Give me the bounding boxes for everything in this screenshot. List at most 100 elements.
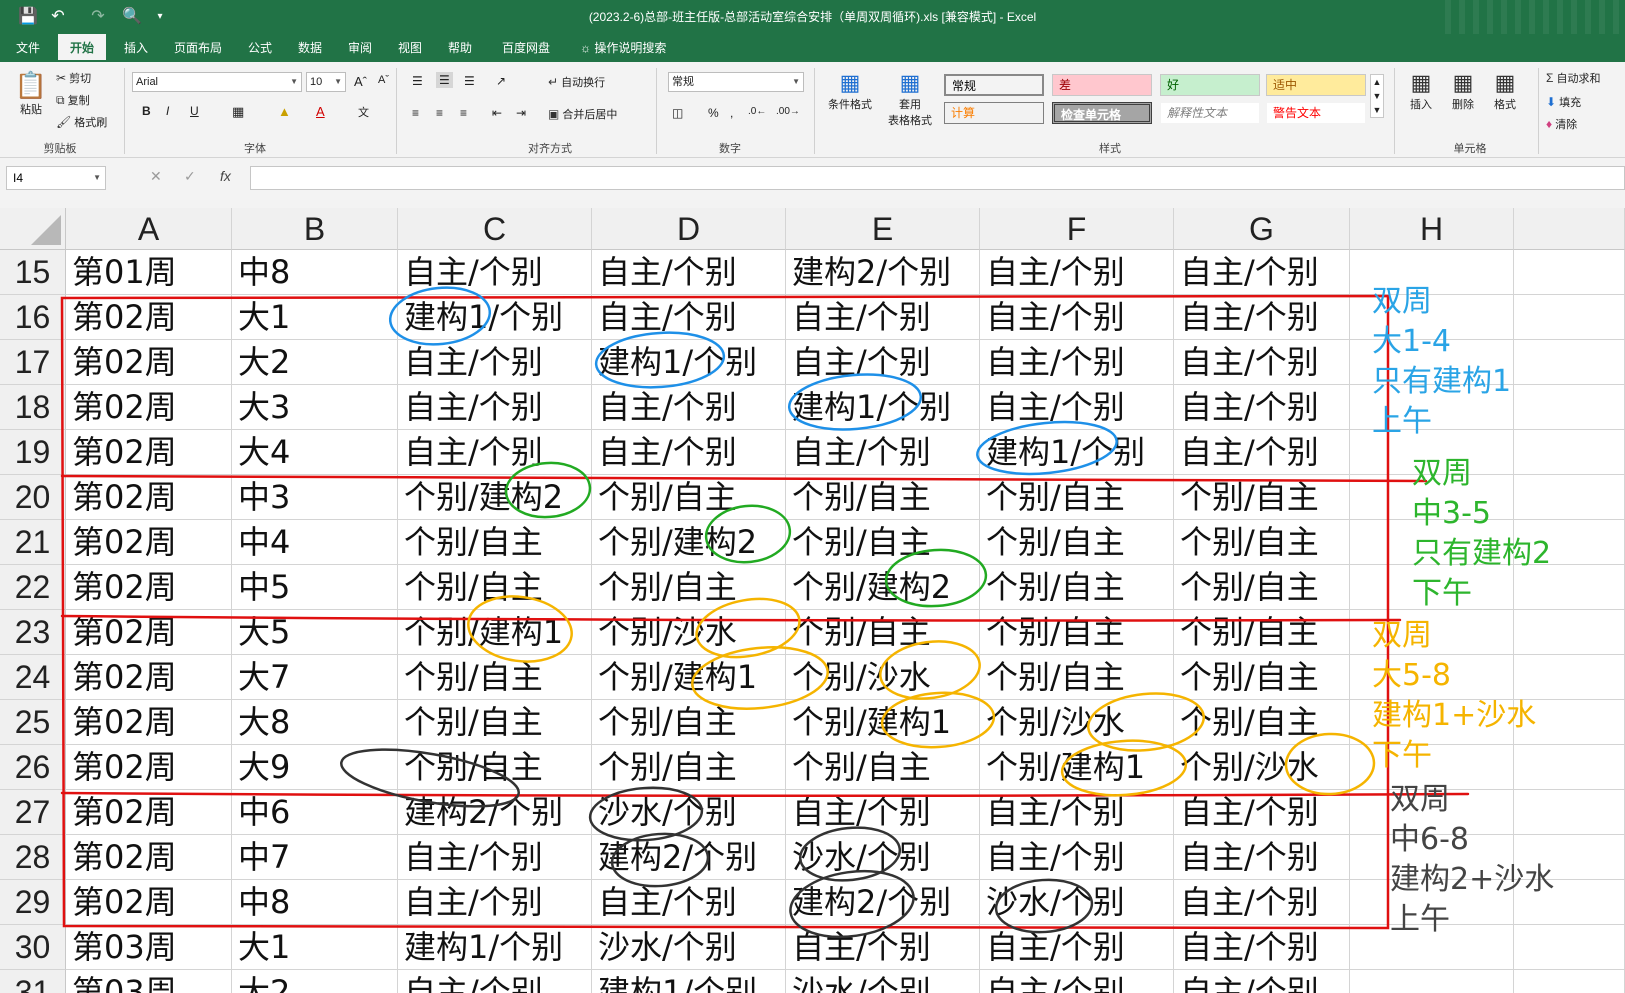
cell-e18[interactable]: 建构1/个别 (786, 385, 980, 430)
cell-filler[interactable] (1514, 340, 1625, 385)
cell-a26[interactable]: 第02周 (66, 745, 232, 790)
cell-c30[interactable]: 建构1/个别 (398, 925, 592, 970)
cell-e23[interactable]: 个别/自主 (786, 610, 980, 655)
cell-b29[interactable]: 中8 (232, 880, 398, 925)
cell-e24[interactable]: 个别/沙水 (786, 655, 980, 700)
cell-f21[interactable]: 个别/自主 (980, 520, 1174, 565)
tab-page-layout[interactable]: 页面布局 (162, 34, 234, 62)
cell-filler[interactable] (1514, 970, 1625, 993)
cell-a28[interactable]: 第02周 (66, 835, 232, 880)
tab-baidu-disk[interactable]: 百度网盘 (490, 34, 562, 62)
delete-cells-button[interactable]: ▦ 删除 (1444, 70, 1482, 112)
align-bottom-icon[interactable]: ☰ (464, 74, 475, 88)
insert-cells-button[interactable]: ▦ 插入 (1402, 70, 1440, 112)
row-header[interactable]: 25 (0, 700, 66, 745)
cell-a20[interactable]: 第02周 (66, 475, 232, 520)
cell-e21[interactable]: 个别/自主 (786, 520, 980, 565)
row-header[interactable]: 31 (0, 970, 66, 993)
cell-b17[interactable]: 大2 (232, 340, 398, 385)
cell-f25[interactable]: 个别/沙水 (980, 700, 1174, 745)
style-normal[interactable]: 常规 (944, 74, 1044, 96)
cell-e27[interactable]: 自主/个别 (786, 790, 980, 835)
row-header[interactable]: 22 (0, 565, 66, 610)
cell-f22[interactable]: 个别/自主 (980, 565, 1174, 610)
cell-g30[interactable]: 自主/个别 (1174, 925, 1350, 970)
insert-function-icon[interactable]: fx (220, 168, 231, 184)
cell-f31[interactable]: 自主/个别 (980, 970, 1174, 993)
cell-filler[interactable] (1514, 250, 1625, 295)
cell-c27[interactable]: 建构2/个别 (398, 790, 592, 835)
number-format-combo[interactable]: 常规 ▼ (668, 72, 804, 92)
cell-filler[interactable] (1514, 385, 1625, 430)
cell-c24[interactable]: 个别/自主 (398, 655, 592, 700)
cell-f16[interactable]: 自主/个别 (980, 295, 1174, 340)
cell-d27[interactable]: 沙水/个别 (592, 790, 786, 835)
conditional-format-button[interactable]: ▦ 条件格式 (822, 70, 878, 112)
cell-e29[interactable]: 建构2/个别 (786, 880, 980, 925)
cell-f17[interactable]: 自主/个别 (980, 340, 1174, 385)
row-header[interactable]: 30 (0, 925, 66, 970)
select-all-corner[interactable] (0, 208, 66, 250)
cell-b20[interactable]: 中3 (232, 475, 398, 520)
decrease-decimal-icon[interactable]: .00→ (776, 106, 800, 117)
cell-e30[interactable]: 自主/个别 (786, 925, 980, 970)
cell-g22[interactable]: 个别/自主 (1174, 565, 1350, 610)
cell-b19[interactable]: 大4 (232, 430, 398, 475)
style-good[interactable]: 好 (1160, 74, 1260, 96)
cell-a27[interactable]: 第02周 (66, 790, 232, 835)
formula-input[interactable] (250, 166, 1625, 190)
align-left-icon[interactable]: ≡ (412, 106, 419, 120)
style-bad[interactable]: 差 (1052, 74, 1152, 96)
cell-d31[interactable]: 建构1/个别 (592, 970, 786, 993)
wrap-text-button[interactable]: ↵ 自动换行 (548, 74, 605, 90)
cell-d28[interactable]: 建构2/个别 (592, 835, 786, 880)
increase-font-icon[interactable]: Aˆ (354, 74, 367, 89)
cell-h31[interactable] (1350, 970, 1514, 993)
orientation-icon[interactable]: ↗ (496, 74, 506, 88)
row-header[interactable]: 18 (0, 385, 66, 430)
cell-d17[interactable]: 建构1/个别 (592, 340, 786, 385)
cell-g31[interactable]: 自主/个别 (1174, 970, 1350, 993)
cell-c20[interactable]: 个别/建构2 (398, 475, 592, 520)
column-header-c[interactable]: C (398, 208, 592, 250)
cell-a24[interactable]: 第02周 (66, 655, 232, 700)
align-right-icon[interactable]: ≡ (460, 106, 467, 120)
row-header[interactable]: 29 (0, 880, 66, 925)
align-top-icon[interactable]: ☰ (412, 74, 423, 88)
cell-a18[interactable]: 第02周 (66, 385, 232, 430)
column-header-a[interactable]: A (66, 208, 232, 250)
cell-d30[interactable]: 沙水/个别 (592, 925, 786, 970)
cell-b18[interactable]: 大3 (232, 385, 398, 430)
cell-b25[interactable]: 大8 (232, 700, 398, 745)
style-warning[interactable]: 警告文本 (1266, 102, 1366, 124)
cell-c21[interactable]: 个别/自主 (398, 520, 592, 565)
cell-c19[interactable]: 自主/个别 (398, 430, 592, 475)
clear-button[interactable]: ♦ 清除 (1546, 116, 1577, 132)
row-header[interactable]: 27 (0, 790, 66, 835)
cell-d21[interactable]: 个别/建构2 (592, 520, 786, 565)
enter-icon[interactable]: ✓ (184, 168, 196, 185)
format-as-table-button[interactable]: ▦ 套用 表格格式 (882, 70, 938, 128)
copy-button[interactable]: ⧉ 复制 (56, 92, 90, 108)
cell-g28[interactable]: 自主/个别 (1174, 835, 1350, 880)
cell-a19[interactable]: 第02周 (66, 430, 232, 475)
style-explanatory[interactable]: 解释性文本 (1160, 102, 1260, 124)
cell-e20[interactable]: 个别/自主 (786, 475, 980, 520)
cell-a22[interactable]: 第02周 (66, 565, 232, 610)
percent-icon[interactable]: % (708, 106, 719, 120)
cell-d25[interactable]: 个别/自主 (592, 700, 786, 745)
cell-f30[interactable]: 自主/个别 (980, 925, 1174, 970)
cell-b22[interactable]: 中5 (232, 565, 398, 610)
tell-me-search[interactable]: ☼ 操作说明搜索 (568, 34, 678, 62)
row-header[interactable]: 15 (0, 250, 66, 295)
cell-d24[interactable]: 个别/建构1 (592, 655, 786, 700)
cell-filler[interactable] (1514, 295, 1625, 340)
column-header-f[interactable]: F (980, 208, 1174, 250)
cell-g24[interactable]: 个别/自主 (1174, 655, 1350, 700)
font-color-icon[interactable]: A (316, 104, 325, 119)
cell-d20[interactable]: 个别/自主 (592, 475, 786, 520)
accounting-format-icon[interactable]: ◫ (672, 106, 683, 120)
column-header-b[interactable]: B (232, 208, 398, 250)
cell-g21[interactable]: 个别/自主 (1174, 520, 1350, 565)
italic-button[interactable]: I (166, 104, 169, 118)
